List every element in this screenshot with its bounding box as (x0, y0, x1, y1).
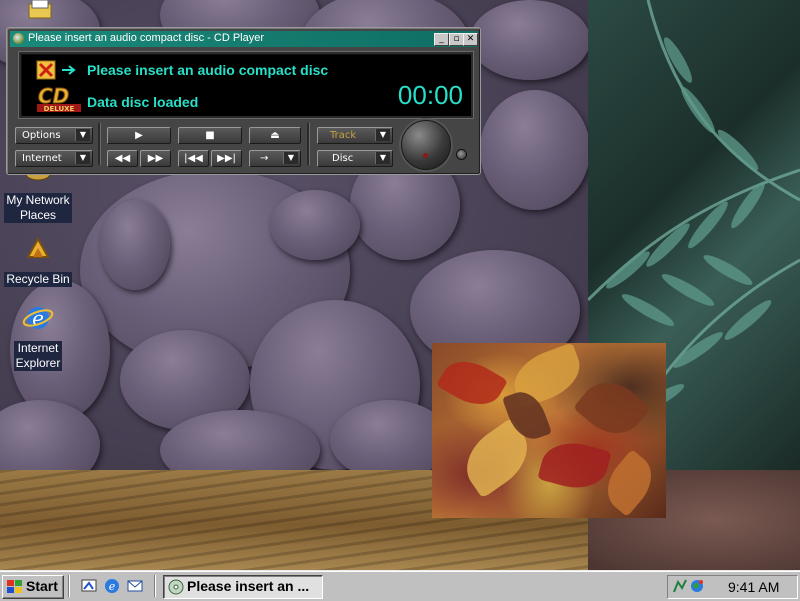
track-button[interactable]: Track ▼ (317, 127, 393, 144)
chevron-down-icon[interactable]: ▼ (283, 152, 298, 164)
chevron-down-icon[interactable]: ▼ (375, 152, 390, 164)
taskbar-divider (154, 575, 156, 597)
svg-text:e: e (32, 306, 44, 330)
options-button[interactable]: Options ▼ (15, 127, 93, 144)
network-places-label: My Network Places (4, 193, 72, 223)
taskbar-divider (68, 575, 70, 597)
fast-forward-button[interactable]: ▶▶ (140, 150, 171, 167)
cd-player-title: Please insert an audio compact disc - CD… (28, 32, 264, 44)
cd-player-app-icon[interactable] (13, 33, 24, 44)
wallpaper-autumn-leaves (432, 343, 666, 518)
desktop-icon-recycle-bin[interactable]: Recycle Bin (0, 235, 77, 288)
internet-button[interactable]: Internet ▼ (15, 150, 93, 167)
next-track-button[interactable]: ▶▶| (211, 150, 242, 167)
no-disc-icon (36, 60, 56, 80)
internet-explorer-icon: e (22, 306, 54, 330)
internet-label: Internet (22, 153, 62, 164)
network-status-icon[interactable] (672, 578, 688, 594)
volume-indicator (423, 153, 428, 158)
volume-knob[interactable] (401, 120, 451, 170)
minimize-button[interactable]: _ (434, 33, 449, 46)
play-button[interactable]: ▶ (107, 127, 171, 144)
desktop-icon-internet-explorer[interactable]: e Internet Explorer (0, 302, 77, 372)
play-mode-button[interactable]: → ▼ (249, 150, 301, 167)
cd-player-window[interactable]: Please insert an audio compact disc - CD… (6, 27, 481, 175)
windows-logo-icon (7, 580, 22, 593)
clock[interactable]: 9:41 AM (728, 579, 779, 595)
previous-track-button[interactable]: |◀◀ (178, 150, 209, 167)
eject-button[interactable]: ⏏ (249, 127, 301, 144)
svg-text:e: e (109, 580, 116, 593)
mute-button[interactable] (456, 149, 467, 160)
status-message: Please insert an audio compact disc (87, 62, 329, 78)
cd-player-task-icon (168, 579, 184, 595)
play-mode-label: → (260, 153, 269, 164)
cd-display-panel: CD DELUXE Please insert an audio compact… (19, 52, 473, 118)
restore-button[interactable]: ▫ (449, 33, 464, 46)
close-button[interactable]: ✕ (463, 33, 478, 46)
task-button-label: Please insert an ... (187, 578, 310, 594)
time-display: 00:00 (397, 80, 463, 110)
task-button-cd-player[interactable]: Please insert an ... (163, 575, 323, 599)
track-label: Track (330, 130, 357, 141)
recycle-bin-label: Recycle Bin (4, 272, 72, 287)
taskbar: Start e Please insert an ... 9:41 AM (0, 570, 800, 601)
outlook-express-icon[interactable] (126, 577, 144, 595)
start-button[interactable]: Start (2, 575, 64, 599)
rewind-button[interactable]: ◀◀ (107, 150, 138, 167)
svg-text:DELUXE: DELUXE (44, 105, 75, 113)
stop-button[interactable]: ■ (178, 127, 242, 144)
divider (307, 123, 310, 165)
chevron-down-icon[interactable]: ▼ (375, 129, 390, 141)
internet-explorer-label: Internet Explorer (13, 341, 63, 371)
chevron-down-icon[interactable]: ▼ (75, 152, 90, 164)
start-label: Start (26, 578, 58, 594)
divider (98, 123, 101, 165)
disc-status-message: Data disc loaded (87, 94, 199, 110)
options-label: Options (22, 130, 61, 141)
disc-button[interactable]: Disc ▼ (317, 150, 393, 167)
globe-icon[interactable] (689, 578, 705, 594)
recycle-bin-icon (26, 236, 50, 258)
show-desktop-icon[interactable] (80, 577, 98, 595)
cd-deluxe-logo: CD DELUXE (37, 85, 81, 113)
arrow-right-icon (62, 65, 76, 75)
desktop-icon-partial[interactable] (0, 0, 78, 20)
cd-player-title-bar[interactable]: Please insert an audio compact disc - CD… (10, 31, 478, 47)
folder-icon (28, 0, 52, 19)
system-tray: 9:41 AM (667, 575, 798, 599)
internet-explorer-quicklaunch-icon[interactable]: e (103, 577, 121, 595)
chevron-down-icon[interactable]: ▼ (75, 129, 90, 141)
disc-label: Disc (332, 153, 354, 164)
